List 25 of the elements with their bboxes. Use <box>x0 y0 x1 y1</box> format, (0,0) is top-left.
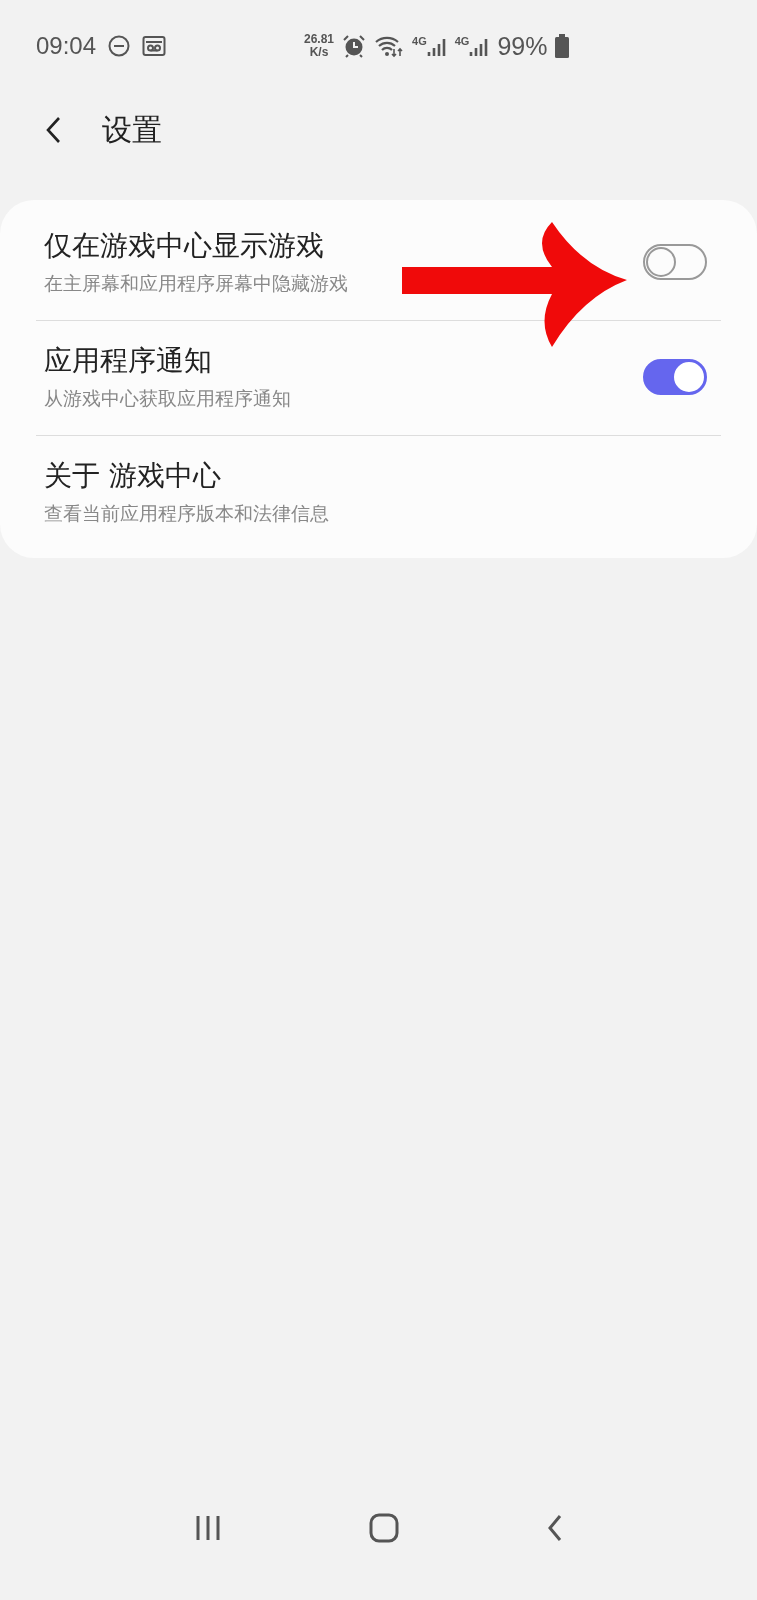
network-type: 4G <box>454 35 470 47</box>
setting-row[interactable]: 应用程序通知 从游戏中心获取应用程序通知 <box>36 321 721 435</box>
back-icon[interactable] <box>545 1514 564 1542</box>
battery-icon <box>555 34 570 58</box>
setting-description: 从游戏中心获取应用程序通知 <box>44 386 291 411</box>
setting-description: 查看当前应用程序版本和法律信息 <box>44 501 329 526</box>
battery-percent: 99% <box>497 31 548 61</box>
setting-title: 应用程序通知 <box>44 343 213 379</box>
do-not-disturb-icon <box>108 35 131 57</box>
speed-unit: K/s <box>309 46 329 59</box>
setting-row[interactable]: 仅在游戏中心显示游戏 在主屏幕和应用程序屏幕中隐藏游戏 <box>36 206 721 320</box>
setting-row[interactable]: 关于 游戏中心 查看当前应用程序版本和法律信息 <box>36 436 721 550</box>
toggle-switch[interactable] <box>643 359 707 395</box>
page-title: 设置 <box>102 110 162 149</box>
alarm-icon <box>342 34 367 58</box>
wifi-icon <box>374 34 405 58</box>
voicemail-icon <box>142 35 167 57</box>
toggle-switch[interactable] <box>643 244 707 280</box>
setting-title: 仅在游戏中心显示游戏 <box>44 228 325 264</box>
network-type: 4G <box>412 35 427 47</box>
network-speed: 26.81 <box>304 33 335 46</box>
setting-description: 在主屏幕和应用程序屏幕中隐藏游戏 <box>44 271 348 296</box>
clock-time: 09:04 <box>36 32 97 60</box>
home-icon[interactable] <box>368 1513 399 1543</box>
setting-title: 关于 游戏中心 <box>44 458 222 494</box>
